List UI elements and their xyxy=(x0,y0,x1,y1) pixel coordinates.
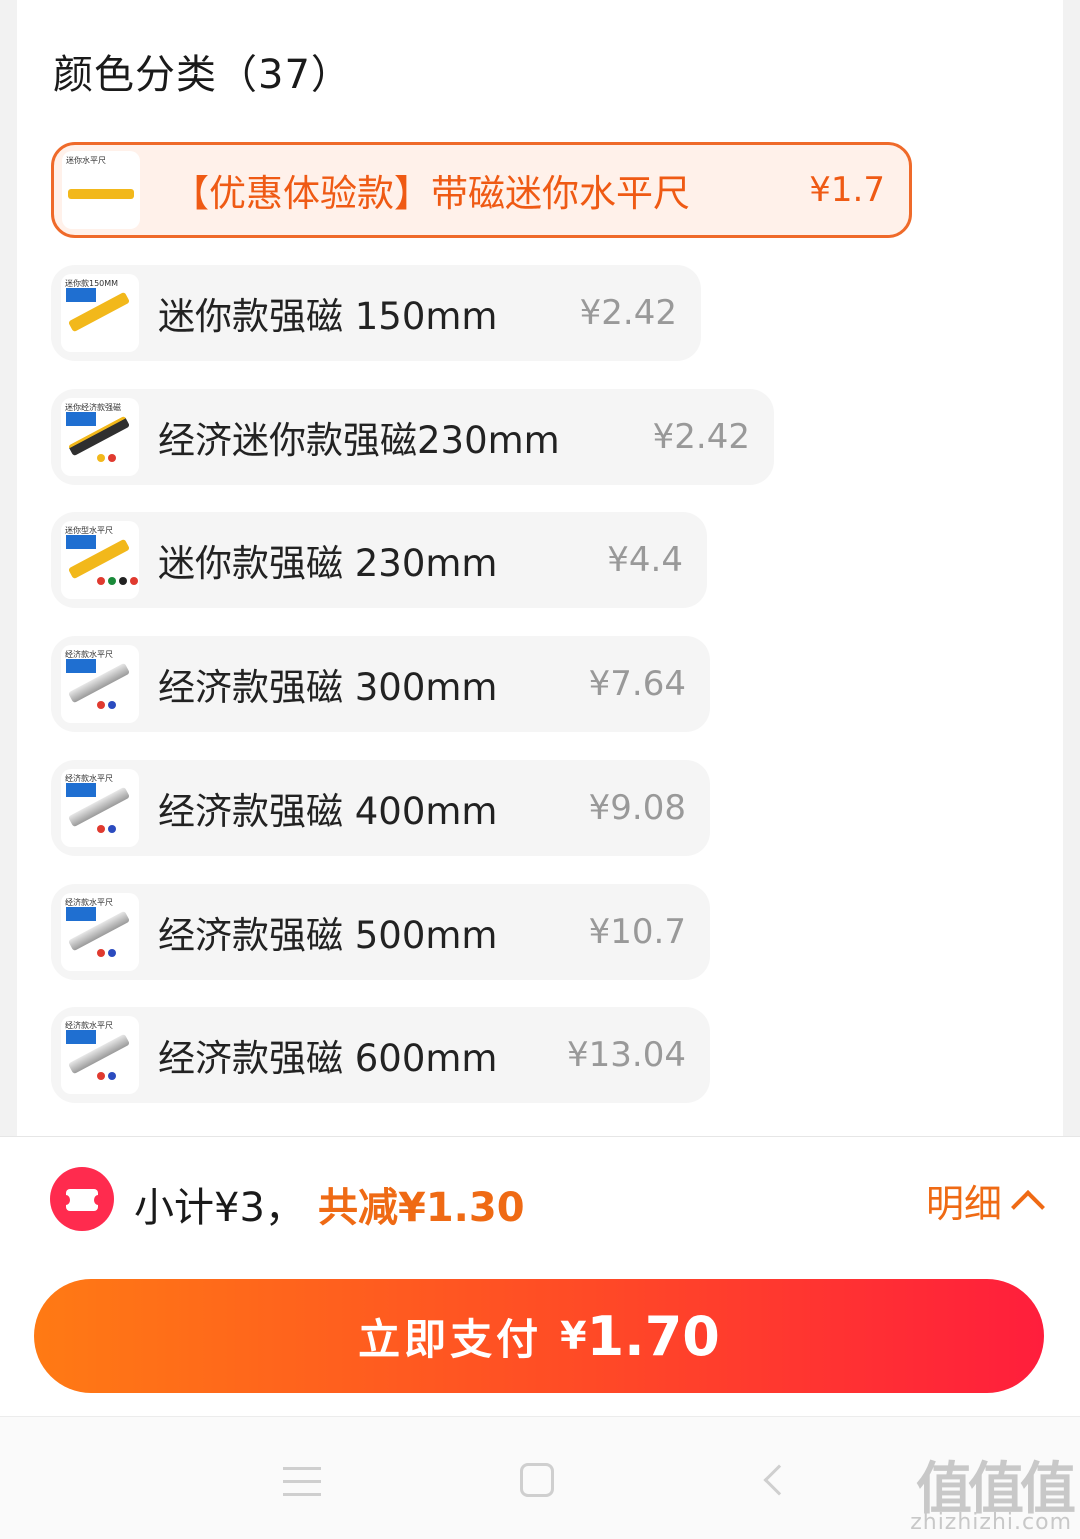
checkout-bar: 小计¥3， 共减¥1.30 明细 立即支付 ¥ 1.70 xyxy=(0,1136,1080,1416)
sku-option-0[interactable]: 迷你水平尺 【优惠体验款】带磁迷你水平尺 ¥1.7 xyxy=(51,142,912,238)
back-arrow-icon[interactable] xyxy=(763,1464,795,1496)
pay-currency: ¥ xyxy=(560,1314,587,1358)
sku-option-label: 经济款强磁 400mm xyxy=(158,790,498,833)
sku-option-7[interactable]: 经济款水平尺 经济款强磁 600mm ¥13.04 xyxy=(51,1007,710,1103)
product-thumbnail: 经济款水平尺 xyxy=(61,645,139,723)
sku-option-2[interactable]: 迷你经济款强磁 经济迷你款强磁230mm ¥2.42 xyxy=(51,389,774,485)
pay-amount: 1.70 xyxy=(586,1304,720,1368)
thumbnail-caption: 迷你水平尺 xyxy=(66,156,106,165)
coupon-ticket-icon xyxy=(50,1167,114,1231)
sku-selector-panel: 颜色分类（37） 迷你水平尺 【优惠体验款】带磁迷你水平尺 ¥1.7 迷你款15… xyxy=(17,0,1063,1136)
sku-option-3[interactable]: 迷你型水平尺 迷你款强磁 230mm ¥4.4 xyxy=(51,512,707,608)
product-thumbnail: 经济款水平尺 xyxy=(61,1016,139,1094)
sku-option-price: ¥1.7 xyxy=(809,170,885,210)
sku-option-4[interactable]: 经济款水平尺 经济款强磁 300mm ¥7.64 xyxy=(51,636,710,732)
subtotal-text: 小计¥3， xyxy=(134,1185,305,1231)
sku-option-label: 迷你款强磁 150mm xyxy=(158,295,498,338)
product-thumbnail: 迷你型水平尺 xyxy=(61,521,139,599)
product-thumbnail: 迷你水平尺 xyxy=(62,151,140,229)
product-thumbnail: 迷你经济款强磁 xyxy=(61,398,139,476)
detail-label: 明细 xyxy=(925,1182,1002,1226)
sku-option-price: ¥2.42 xyxy=(652,417,750,457)
sku-option-5[interactable]: 经济款水平尺 经济款强磁 400mm ¥9.08 xyxy=(51,760,710,856)
chevron-up-icon xyxy=(1011,1189,1045,1224)
sku-option-label: 经济款强磁 500mm xyxy=(158,914,498,957)
sku-option-label: 【优惠体验款】带磁迷你水平尺 xyxy=(172,172,690,215)
section-title: 颜色分类（37） xyxy=(53,52,352,98)
pay-label: 立即支付 xyxy=(358,1314,543,1364)
sku-option-label: 迷你款强磁 230mm xyxy=(158,542,498,585)
sku-option-1[interactable]: 迷你款150MM 迷你款强磁 150mm ¥2.42 xyxy=(51,265,701,361)
product-thumbnail: 经济款水平尺 xyxy=(61,893,139,971)
sku-option-price: ¥4.4 xyxy=(607,540,683,580)
site-watermark-url: zhizhizhi.com xyxy=(910,1510,1072,1535)
sku-option-price: ¥9.08 xyxy=(588,788,686,828)
product-thumbnail: 经济款水平尺 xyxy=(61,769,139,847)
sku-option-label: 经济款强磁 300mm xyxy=(158,666,498,709)
detail-toggle-button[interactable]: 明细 xyxy=(925,1173,1045,1228)
home-square-icon[interactable] xyxy=(520,1463,554,1497)
discount-text: 共减¥1.30 xyxy=(318,1185,525,1231)
sku-option-price: ¥13.04 xyxy=(567,1035,686,1075)
sku-option-6[interactable]: 经济款水平尺 经济款强磁 500mm ¥10.7 xyxy=(51,884,710,980)
pay-now-button[interactable]: 立即支付 ¥ 1.70 xyxy=(34,1279,1044,1393)
product-thumbnail: 迷你款150MM xyxy=(61,274,139,352)
sku-option-price: ¥10.7 xyxy=(588,912,686,952)
sku-option-label: 经济迷你款强磁230mm xyxy=(158,419,560,462)
sku-option-price: ¥2.42 xyxy=(579,293,677,333)
sku-option-label: 经济款强磁 600mm xyxy=(158,1037,498,1080)
sku-option-price: ¥7.64 xyxy=(588,664,686,704)
menu-icon[interactable] xyxy=(283,1467,321,1497)
